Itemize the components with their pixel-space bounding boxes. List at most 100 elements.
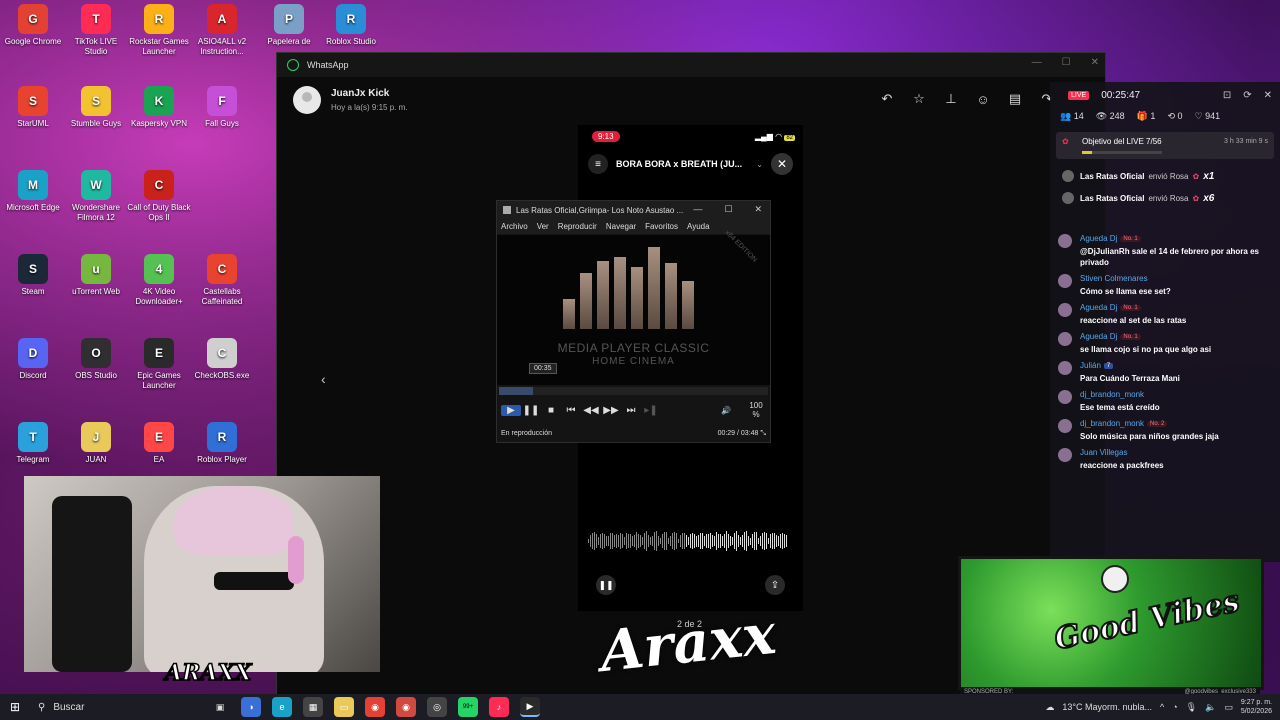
explorer-icon[interactable]: ▭ (334, 697, 354, 717)
lock-icon[interactable]: ⊡ (1223, 90, 1231, 101)
microphone-icon[interactable]: 🎙 (1186, 702, 1197, 713)
avatar[interactable] (293, 86, 321, 114)
desktop-icon[interactable]: P Papelera de (256, 4, 322, 47)
chat-username[interactable]: dj_brandon_monk (1080, 419, 1144, 428)
weather-text[interactable]: 13°C Mayorm. nubla... (1062, 702, 1152, 712)
desktop-icon[interactable]: C CheckOBS.exe (189, 338, 255, 381)
mpc-maximize-button[interactable]: ☐ (724, 204, 732, 215)
clock[interactable]: 9:27 p. m. 5/02/2026 (1241, 698, 1272, 716)
avatar[interactable] (1058, 448, 1072, 462)
desktop-icon[interactable]: S StarUML (0, 86, 66, 129)
desktop-icon[interactable]: C Call of Duty Black Ops II (126, 170, 192, 223)
desktop-icon[interactable]: T TikTok LIVE Studio (63, 4, 129, 57)
desktop-icon[interactable]: 4 4K Video Downloader+ (126, 254, 192, 307)
desktop-icon[interactable]: F Fall Guys (189, 86, 255, 129)
mpc-menu-item[interactable]: Ayuda (687, 222, 710, 231)
pin-icon[interactable]: ⊥ (943, 91, 959, 107)
avatar[interactable] (1058, 419, 1072, 433)
star-icon[interactable]: ☆ (911, 91, 927, 107)
avatar[interactable] (1058, 303, 1072, 317)
chat-username[interactable]: Stiven Colmenares (1080, 274, 1148, 283)
avatar[interactable] (1058, 234, 1072, 248)
task-view-icon[interactable]: ▣ (210, 697, 230, 717)
play-button[interactable]: ▶ (501, 404, 521, 416)
goal-progress-bar (1082, 151, 1162, 154)
mpc-minimize-button[interactable]: — (693, 204, 702, 215)
chat-username[interactable]: Agueda Dj (1080, 332, 1117, 341)
chat-username[interactable]: Agueda Dj (1080, 303, 1117, 312)
start-button[interactable]: ⊞ (0, 700, 30, 714)
chat-username[interactable]: dj_brandon_monk (1080, 390, 1144, 399)
emoji-icon[interactable]: ☺ (975, 91, 991, 107)
maximize-button[interactable]: ☐ (1062, 57, 1071, 68)
avatar[interactable] (1058, 361, 1072, 375)
chat-username[interactable]: Juan Villegas (1080, 448, 1127, 457)
mpc-titlebar: Las Ratas Oficial,Griimpa- Los Noto Asus… (497, 201, 770, 219)
reply-icon[interactable]: ↶ (879, 91, 895, 107)
delete-icon[interactable]: ▤ (1007, 91, 1023, 107)
video-area[interactable]: MEDIA PLAYER CLASSIC HOME CINEMA x64 EDI… (497, 229, 770, 385)
refresh-icon[interactable]: ⟳ (1243, 90, 1251, 101)
speaker-icon[interactable]: 🔈 (1205, 702, 1216, 713)
minimize-button[interactable]: — (1032, 57, 1042, 68)
desktop-icon[interactable]: R Rockstar Games Launcher (126, 4, 192, 57)
avatar[interactable] (1058, 390, 1072, 404)
desktop-icon[interactable]: D Discord (0, 338, 66, 381)
mpc-close-button[interactable]: ✕ (754, 204, 762, 215)
chat-username[interactable]: Agueda Dj (1080, 234, 1117, 243)
desktop-icon[interactable]: M Microsoft Edge (0, 170, 66, 213)
whatsapp-taskbar-icon[interactable]: 99+ (458, 697, 478, 717)
volume-icon[interactable]: 🔊 (716, 406, 736, 415)
weather-icon[interactable]: ☁ (1045, 702, 1054, 713)
chat-username[interactable]: Julián (1080, 361, 1101, 370)
close-icon[interactable]: ✕ (1264, 90, 1272, 101)
forward-button[interactable]: ▶▶ (601, 405, 621, 416)
taskbar-search[interactable]: ⚲ Buscar (30, 696, 170, 718)
obs-taskbar-icon[interactable]: ◎ (427, 697, 447, 717)
close-button[interactable]: ✕ (1091, 57, 1099, 68)
wave-bar (724, 534, 725, 548)
desktop-icon[interactable]: E Epic Games Launcher (126, 338, 192, 391)
mpc-menu-item[interactable]: Favoritos (645, 222, 678, 231)
network-icon[interactable]: ◔ (1172, 702, 1177, 712)
tray-chevron-icon[interactable]: ^ (1160, 702, 1164, 712)
fullscreen-icon[interactable]: ⤡ (760, 430, 766, 437)
desktop-icon[interactable]: u uTorrent Web (63, 254, 129, 297)
copilot-icon[interactable]: ◑ (241, 697, 261, 717)
avatar[interactable] (1058, 274, 1072, 288)
pause-button[interactable]: ❚❚ (521, 405, 541, 416)
rewind-button[interactable]: ◀◀ (581, 405, 601, 416)
desktop-icon[interactable]: S Steam (0, 254, 66, 297)
frame-step-button[interactable]: ▸❚ (641, 405, 661, 416)
desktop-icon[interactable]: O OBS Studio (63, 338, 129, 381)
battery-icon[interactable]: ▭ (1224, 702, 1233, 713)
edge-taskbar-icon[interactable]: e (272, 697, 292, 717)
mpc-menu-item[interactable]: Reproducir (558, 222, 597, 231)
desktop-icon[interactable]: C Castellabs Caffeinated (189, 254, 255, 307)
seek-bar[interactable] (499, 387, 768, 395)
desktop-icon[interactable]: R Roblox Studio (318, 4, 384, 47)
store-icon[interactable]: ▦ (303, 697, 323, 717)
stop-button[interactable]: ■ (541, 405, 561, 416)
chrome-profile-icon[interactable]: ◉ (396, 697, 416, 717)
desktop-icon[interactable]: W Wondershare Filmora 12 (63, 170, 129, 223)
previous-button[interactable]: ⏮ (561, 405, 581, 416)
desktop-icon[interactable]: J JUAN (63, 422, 129, 465)
volume-level[interactable]: 100 % (746, 401, 766, 419)
desktop-icon[interactable]: T Telegram (0, 422, 66, 465)
chrome-taskbar-icon[interactable]: ◉ (365, 697, 385, 717)
next-button[interactable]: ⏭ (621, 405, 641, 416)
desktop-icon[interactable]: G Google Chrome (0, 4, 66, 47)
mpc-menu-item[interactable]: Archivo (501, 222, 528, 231)
desktop-icon[interactable]: A ASIO4ALL v2 Instruction... (189, 4, 255, 57)
desktop-icon[interactable]: S Stumble Guys (63, 86, 129, 129)
desktop-icon[interactable]: K Kaspersky VPN (126, 86, 192, 129)
mpc-menu-item[interactable]: Navegar (606, 222, 636, 231)
desktop-icon[interactable]: R Roblox Player (189, 422, 255, 465)
desktop-icon[interactable]: E EA (126, 422, 192, 465)
mpc-menu-item[interactable]: Ver (537, 222, 549, 231)
previous-media-button[interactable]: ‹ (321, 371, 326, 387)
mpc-taskbar-icon[interactable]: ▶ (520, 697, 540, 717)
tiktok-taskbar-icon[interactable]: ♪ (489, 697, 509, 717)
avatar[interactable] (1058, 332, 1072, 346)
